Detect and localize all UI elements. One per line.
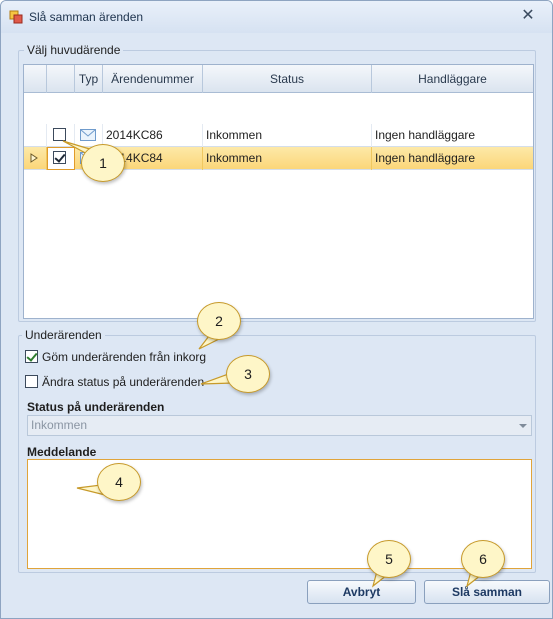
sub-case-group-legend: Underärenden (22, 328, 105, 342)
change-status-label[interactable]: Ändra status på underärenden (42, 375, 204, 389)
status-dropdown-value: Inkommen (31, 418, 88, 432)
callout-4: 4 (97, 463, 141, 501)
close-icon[interactable]: ✕ (518, 7, 538, 25)
callout-6: 6 (461, 540, 505, 578)
status-field-label: Status på underärenden (27, 400, 165, 414)
app-icon (9, 10, 23, 24)
envelope-icon (80, 129, 96, 141)
grid-header: Typ Ärendenummer Status Handläggare (24, 65, 533, 93)
window-title: Slå samman ärenden (29, 10, 144, 24)
row-checkbox[interactable] (53, 151, 66, 164)
callout-2: 2 (197, 302, 241, 340)
row-select-cell (47, 124, 75, 147)
header-indicator (24, 65, 47, 93)
row-checkbox[interactable] (53, 128, 66, 141)
chevron-down-icon (519, 424, 527, 428)
current-row-arrow-icon (30, 153, 38, 163)
hide-from-inbox-label[interactable]: Göm underärenden från inkorg (42, 350, 206, 364)
status-cell: Inkommen (203, 124, 372, 147)
row-select-cell (47, 147, 75, 170)
case-grid: Typ Ärendenummer Status Handläggare 2014… (23, 64, 534, 319)
header-type[interactable]: Typ (75, 65, 103, 93)
cancel-button[interactable]: Avbryt (307, 580, 416, 604)
header-handler[interactable]: Handläggare (372, 65, 533, 93)
title-bar[interactable]: Slå samman ärenden ✕ (1, 1, 552, 33)
callout-5: 5 (367, 540, 411, 578)
header-status[interactable]: Status (203, 65, 372, 93)
merge-cases-dialog: Slå samman ärenden ✕ Välj huvudärende Ty… (0, 0, 553, 619)
callout-3: 3 (226, 355, 270, 393)
callout-1: 1 (81, 144, 125, 182)
change-status-checkbox[interactable] (25, 375, 38, 388)
merge-button[interactable]: Slå samman (424, 580, 550, 604)
row-indicator-cell (24, 124, 47, 147)
handler-cell: Ingen handläggare (375, 128, 476, 142)
message-field-label: Meddelande (27, 445, 97, 459)
hide-from-inbox-checkbox[interactable] (25, 350, 38, 363)
status-dropdown[interactable]: Inkommen (27, 415, 532, 436)
header-case-number[interactable]: Ärendenummer (103, 65, 203, 93)
row-indicator-cell (24, 147, 47, 170)
case-number-cell: 2014KC86 (103, 124, 203, 147)
status-cell: Inkommen (203, 147, 372, 170)
dialog-body: Välj huvudärende Typ Ärendenummer Status… (6, 33, 550, 614)
main-case-group-legend: Välj huvudärende (24, 43, 124, 57)
header-select (47, 65, 75, 93)
handler-cell: Ingen handläggare (375, 151, 476, 165)
